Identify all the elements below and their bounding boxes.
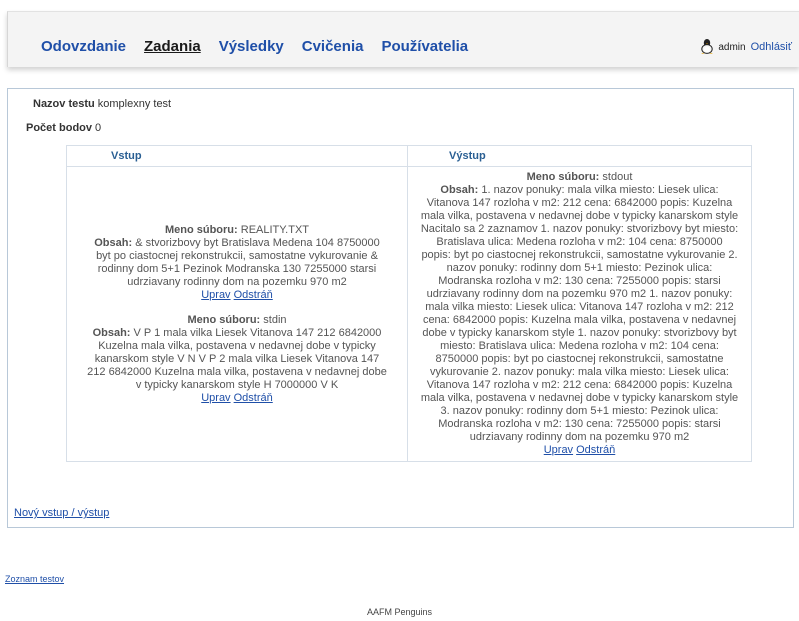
test-list-link[interactable]: Zoznam testov [5, 574, 64, 584]
nav-pouzivatelia[interactable]: Používatelia [381, 38, 468, 55]
nav-zadania[interactable]: Zadania [144, 38, 201, 55]
delete-link[interactable]: Odstráň [576, 444, 615, 456]
nav-odovzdanie[interactable]: Odovzdanie [41, 38, 126, 55]
input-file-entry: Meno súboru: REALITY.TXT Obsah: & stvori… [87, 224, 387, 302]
table-row: Meno súboru: REALITY.TXT Obsah: & stvori… [66, 166, 752, 462]
file-name-value: stdout [602, 171, 633, 183]
file-name-label: Meno súboru: [187, 313, 261, 326]
content-label: Obsah: [92, 326, 131, 339]
nav-vysledky[interactable]: Výsledky [219, 38, 284, 55]
test-points-value: 0 [95, 122, 102, 134]
test-points-label: Počet bodov [26, 122, 93, 134]
logout-link[interactable]: Odhlásiť [751, 41, 792, 54]
output-column-header: Výstup [407, 145, 752, 167]
content-label: Obsah: [440, 184, 479, 196]
io-table: Vstup Výstup Meno súboru: REALITY.TXT Ob… [66, 145, 752, 462]
input-cell: Meno súboru: REALITY.TXT Obsah: & stvori… [66, 166, 408, 462]
test-name-value: komplexny test [97, 98, 172, 110]
top-navigation-bar: Odovzdanie Zadania Výsledky Cvičenia Pou… [7, 11, 799, 67]
user-icon [701, 39, 714, 54]
input-column-header: Vstup [66, 145, 408, 167]
file-name-label: Meno súboru: [526, 171, 600, 183]
delete-link[interactable]: Odstráň [234, 289, 273, 301]
output-file-entry: Meno súboru: stdout Obsah: 1. nazov ponu… [421, 171, 739, 457]
username: admin [718, 42, 746, 53]
input-file-entry: Meno súboru: stdin Obsah: V P 1 mala vil… [87, 314, 387, 405]
content-label: Obsah: [94, 236, 133, 249]
user-box: admin Odhlásiť [700, 38, 792, 54]
delete-link[interactable]: Odstráň [234, 392, 273, 404]
file-name-value: stdin [263, 313, 287, 326]
edit-link[interactable]: Uprav [201, 392, 230, 404]
new-io-link[interactable]: Nový vstup / výstup [14, 507, 109, 519]
content-value: 1. nazov ponuky: mala vilka miesto: Lies… [420, 184, 739, 443]
content-value: V P 1 mala vilka Liesek Vitanova 147 212… [87, 326, 387, 391]
footer: AAFM Penguins [366, 607, 433, 617]
main-menu: Odovzdanie Zadania Výsledky Cvičenia Pou… [41, 38, 486, 55]
file-name-label: Meno súboru: [164, 223, 238, 236]
test-points-row: Počet bodov 0 [26, 122, 101, 134]
test-name-label: Nazov testu [33, 98, 95, 110]
test-name-row: Nazov testu komplexny test [33, 98, 171, 110]
edit-link[interactable]: Uprav [201, 289, 230, 301]
edit-link[interactable]: Uprav [544, 444, 573, 456]
content-value: & stvorizbovy byt Bratislava Medena 104 … [96, 236, 380, 288]
nav-cvicenia[interactable]: Cvičenia [302, 38, 364, 55]
output-cell: Meno súboru: stdout Obsah: 1. nazov ponu… [407, 166, 752, 462]
file-name-value: REALITY.TXT [240, 223, 310, 236]
table-header-row: Vstup Výstup [66, 145, 752, 167]
